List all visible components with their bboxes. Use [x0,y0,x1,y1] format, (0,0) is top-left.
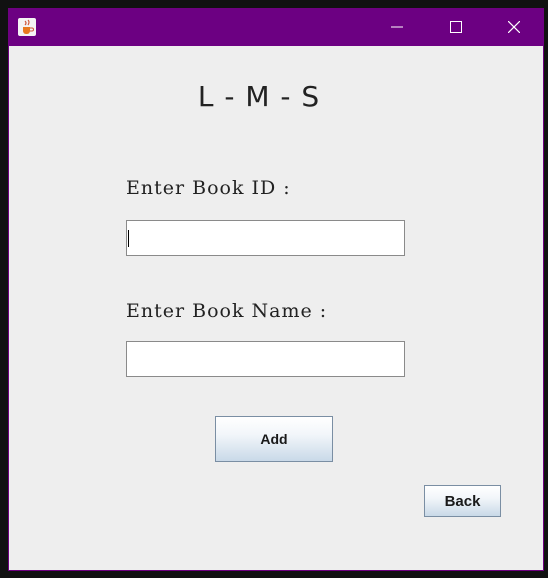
form-panel: L - M - S Enter Book ID : Enter Book Nam… [9,46,543,570]
title-bar[interactable] [9,9,543,46]
back-button[interactable]: Back [424,485,501,517]
maximize-icon [450,21,462,33]
add-button[interactable]: Add [215,416,333,462]
close-button[interactable] [491,9,537,46]
text-caret [128,230,129,247]
book-id-input[interactable] [126,220,405,256]
book-id-label: Enter Book ID : [126,177,291,199]
minimize-button[interactable] [374,9,420,46]
close-icon [508,21,520,33]
minimize-icon [391,26,403,28]
app-title: L - M - S [197,80,321,113]
maximize-button[interactable] [433,9,479,46]
book-name-label: Enter Book Name : [126,300,328,322]
app-window: L - M - S Enter Book ID : Enter Book Nam… [8,8,544,571]
java-coffee-icon [18,18,36,36]
book-name-input[interactable] [126,341,405,377]
